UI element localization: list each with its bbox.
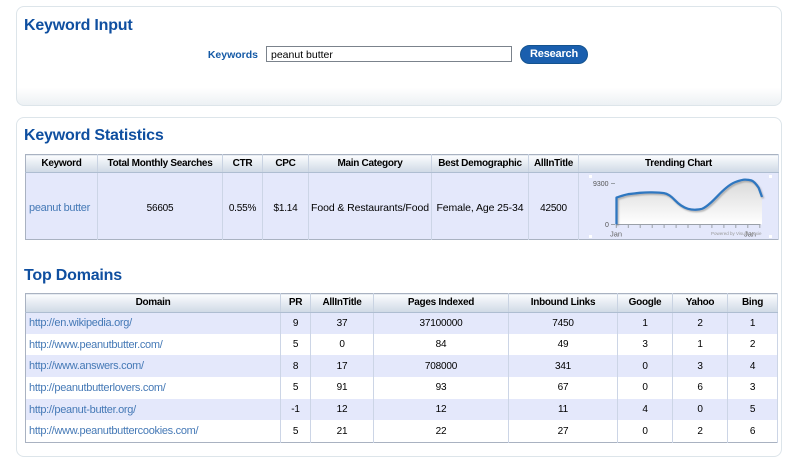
svg-text:9300: 9300 [593, 181, 609, 188]
svg-text:Powered by Visual Moxie: Powered by Visual Moxie [711, 231, 762, 236]
svg-text:Jan: Jan [610, 230, 622, 239]
svg-text:0: 0 [605, 222, 609, 229]
